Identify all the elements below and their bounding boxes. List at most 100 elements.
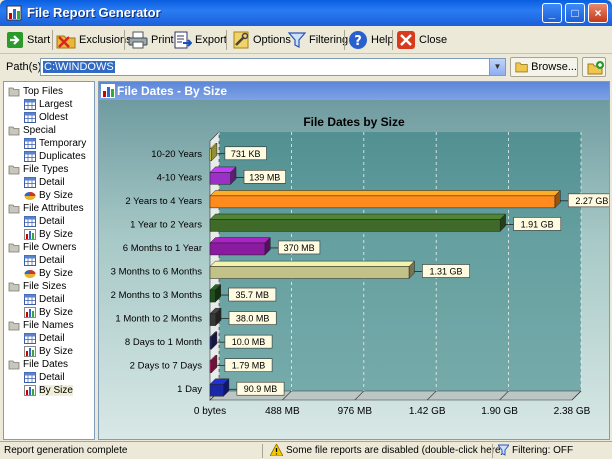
tree-group[interactable]: File Attributes	[8, 202, 84, 215]
browse-button[interactable]: Browse...	[510, 57, 578, 77]
data-label: 139 MB	[249, 172, 280, 182]
tree-group-label: File Types	[23, 164, 69, 175]
tree-item-label: By Size	[39, 229, 73, 240]
tree-item[interactable]: Detail	[24, 293, 65, 306]
path-bar: Path(s) C:\WINDOWS ▼ Browse...	[0, 55, 612, 79]
tree-group[interactable]: Special	[8, 124, 56, 137]
path-combobox[interactable]: C:\WINDOWS ▼	[40, 58, 506, 76]
tree-item[interactable]: By Size	[24, 345, 73, 358]
bar-top	[209, 260, 416, 267]
bar-chart-icon	[24, 229, 36, 240]
window-close-button[interactable]: ×	[588, 3, 608, 23]
tree-group[interactable]: File Owners	[8, 241, 76, 254]
bar	[209, 242, 266, 256]
add-folder-icon	[587, 61, 604, 75]
tree-group[interactable]: File Names	[8, 319, 74, 332]
tree-item[interactable]: Oldest	[24, 111, 68, 124]
print-button[interactable]: Print	[128, 28, 174, 52]
grid-icon	[24, 372, 36, 383]
bar	[209, 289, 216, 303]
tree-item[interactable]: By Size	[24, 267, 73, 280]
chevron-down-icon[interactable]: ▼	[489, 59, 505, 75]
bar	[209, 148, 212, 162]
maximize-button[interactable]: □	[565, 3, 585, 23]
grid-icon	[24, 255, 36, 266]
panel-title: File Dates - By Size	[117, 84, 228, 98]
folder-icon	[8, 204, 20, 214]
tree-group-label: Top Files	[23, 86, 64, 97]
tree-item-label: Duplicates	[39, 151, 86, 162]
tree-item[interactable]: By Size	[24, 228, 73, 241]
file-dates-chart: 0 bytes 488 MB 976 MB 1.42 GB 1.90 GB 2.38 GB…	[111, 115, 609, 417]
tree-group[interactable]: Top Files	[8, 85, 63, 98]
category-label: 4-10 Years	[157, 172, 203, 183]
export-button[interactable]: Export	[174, 28, 227, 52]
tree-group-label: File Attributes	[23, 203, 84, 214]
start-label: Start	[27, 34, 51, 46]
tree-group[interactable]: File Sizes	[8, 280, 66, 293]
grid-icon	[24, 138, 36, 149]
tree-item[interactable]: By Size	[24, 384, 73, 397]
data-label: 1.31 GB	[429, 267, 462, 277]
tree-item[interactable]: By Size	[24, 306, 73, 319]
tree-item[interactable]: Duplicates	[24, 150, 86, 163]
data-label: 1.91 GB	[521, 219, 554, 229]
help-button[interactable]: ? Help	[348, 28, 394, 52]
tree-item[interactable]: Detail	[24, 371, 65, 384]
disabled-reports-notice[interactable]: Some file reports are disabled (double-c…	[286, 445, 504, 456]
add-path-button[interactable]	[582, 57, 606, 77]
tree-item[interactable]: By Size	[24, 189, 73, 202]
bar	[209, 219, 501, 232]
data-label: 10.0 MB	[232, 337, 266, 347]
status-text: Report generation complete	[4, 445, 128, 456]
chart-icon	[101, 84, 115, 98]
tree-group-label: File Dates	[23, 359, 69, 370]
exclusions-icon	[56, 35, 76, 49]
tree-group[interactable]: File Dates	[8, 358, 68, 371]
title-bar[interactable]: File Report Generator _ □ ×	[0, 0, 612, 26]
path-input[interactable]: C:\WINDOWS	[43, 61, 115, 73]
tree-item-label: By Size	[39, 190, 73, 201]
category-label: 1 Year to 2 Years	[130, 219, 202, 230]
report-tree[interactable]: Top Files Largest Oldest Special Temporary Du…	[3, 81, 95, 440]
tree-item[interactable]: Temporary	[24, 137, 86, 150]
panel-header: File Dates - By Size	[99, 82, 609, 100]
tree-item-label: By Size	[39, 385, 73, 396]
close-button[interactable]: Close	[396, 28, 447, 52]
start-button[interactable]: Start	[6, 28, 50, 52]
path-label: Path(s)	[6, 61, 42, 73]
grid-icon	[24, 333, 36, 344]
filter-funnel-icon	[498, 444, 509, 456]
data-label: 1.79 MB	[232, 361, 266, 371]
folder-icon	[8, 165, 20, 175]
tree-group-label: File Names	[23, 320, 74, 331]
tree-group[interactable]: File Types	[8, 163, 68, 176]
category-label: 1 Day	[177, 384, 202, 395]
data-label: 731 KB	[231, 149, 261, 159]
tree-item-label: By Size	[39, 268, 73, 279]
filtering-button[interactable]: Filtering	[288, 28, 348, 52]
options-button[interactable]: Options	[232, 28, 291, 52]
exclusions-button[interactable]: Exclusions	[56, 28, 132, 52]
x-tick-label: 0 bytes	[194, 406, 226, 417]
export-icon	[174, 31, 192, 49]
svg-text:?: ?	[354, 34, 362, 49]
data-label: 2.27 GB	[575, 196, 608, 206]
tree-item[interactable]: Detail	[24, 254, 65, 267]
tree-item-label: By Size	[39, 346, 73, 357]
tree-item-label: Detail	[39, 333, 65, 344]
tree-item[interactable]: Detail	[24, 176, 65, 189]
tree-item[interactable]: Largest	[24, 98, 72, 111]
tree-item[interactable]: Detail	[24, 215, 65, 228]
bar	[209, 360, 212, 373]
folder-icon	[8, 321, 20, 331]
x-tick-label: 1.42 GB	[409, 406, 446, 417]
tree-item[interactable]: Detail	[24, 332, 65, 345]
window-title: File Report Generator	[27, 5, 161, 20]
bar-chart-icon	[24, 346, 36, 357]
minimize-button[interactable]: _	[542, 3, 562, 23]
warning-icon	[270, 444, 283, 456]
chart-title: File Dates by Size	[303, 115, 405, 129]
pie-chart-icon	[24, 270, 36, 278]
tree-item-label: Temporary	[39, 138, 87, 149]
